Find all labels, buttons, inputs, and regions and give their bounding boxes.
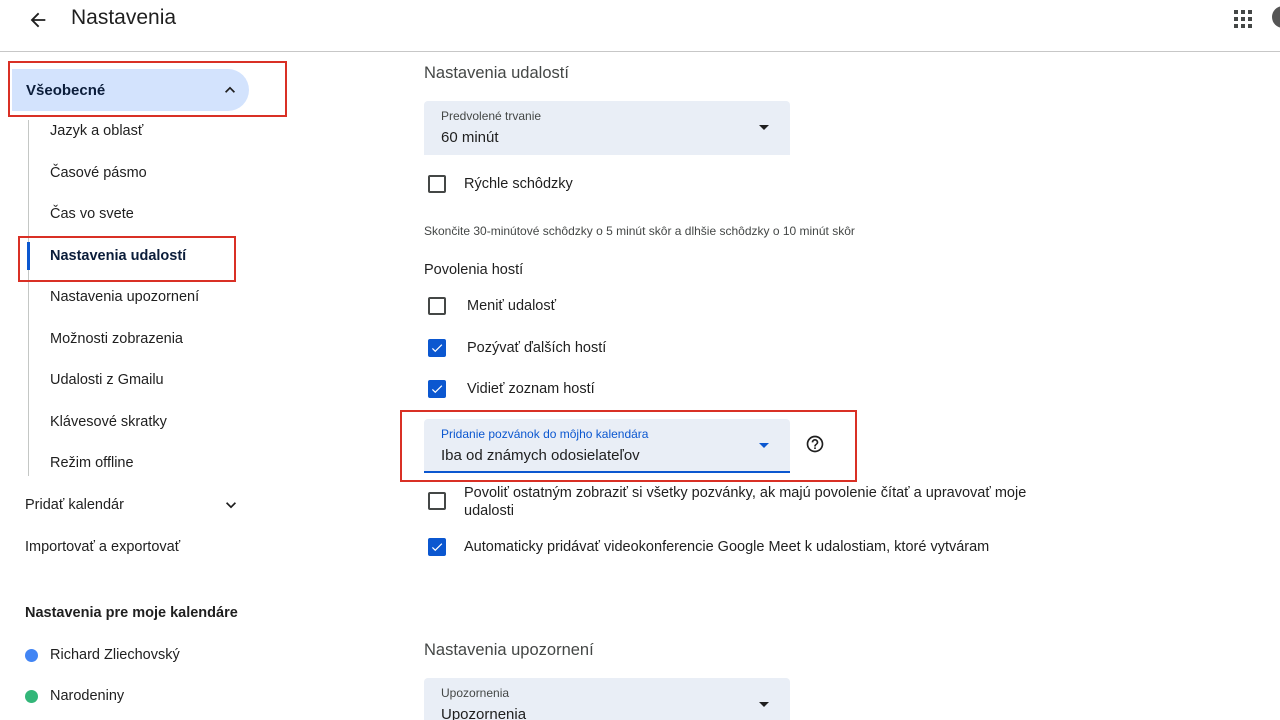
- my-calendars-heading: Nastavenia pre moje kalendáre: [25, 605, 238, 621]
- sidebar-item-view-options[interactable]: Možnosti zobrazenia: [50, 331, 183, 347]
- sidebar-item-keyboard-shortcuts[interactable]: Klávesové skratky: [50, 414, 167, 430]
- guest-permission-row[interactable]: Vidieť zoznam hostí: [428, 380, 595, 398]
- select-value: 60 minút: [441, 129, 499, 146]
- sidebar-item-import-export[interactable]: Importovať a exportovať: [25, 539, 180, 555]
- check-icon: [431, 344, 443, 353]
- checkbox-label: Pozývať ďalších hostí: [467, 340, 607, 356]
- avatar[interactable]: [1272, 6, 1280, 28]
- arrow-back-icon: [30, 12, 46, 28]
- event-settings-title: Nastavenia udalostí: [424, 64, 569, 82]
- dropdown-arrow-icon: [759, 125, 769, 130]
- highlight-box-event-settings: [18, 236, 236, 282]
- select-label: Upozornenia: [441, 686, 510, 700]
- checkbox-label: Rýchle schôdzky: [464, 176, 573, 192]
- highlight-box-invitations: [400, 410, 857, 482]
- checkbox-label: Meniť udalosť: [467, 298, 557, 314]
- select-label: Predvolené trvanie: [441, 109, 542, 123]
- apps-button[interactable]: [1230, 6, 1256, 32]
- calendar-name: Narodeniny: [50, 688, 125, 704]
- back-button[interactable]: [22, 4, 54, 36]
- calendar-color-dot: [25, 689, 38, 703]
- calendar-name: Richard Zliechovský: [50, 647, 180, 663]
- notification-settings-title: Nastavenia upozornení: [424, 641, 594, 659]
- checkbox[interactable]: [428, 538, 446, 556]
- sidebar-item-calendar[interactable]: Narodeniny: [25, 688, 124, 704]
- speedy-meetings-hint: Skončite 30-minútové schôdzky o 5 minút …: [424, 224, 855, 238]
- check-icon: [431, 543, 443, 552]
- sidebar: Všeobecné Jazyk a oblasť Časové pásmo Ča…: [0, 52, 300, 720]
- sidebar-item-label: Pridať kalendár: [25, 497, 124, 513]
- page-title: Nastavenia: [71, 6, 177, 29]
- guest-permission-row[interactable]: Meniť udalosť: [428, 297, 556, 315]
- sidebar-item-offline[interactable]: Režim offline: [50, 455, 134, 471]
- calendar-color-dot: [25, 648, 38, 662]
- checkbox[interactable]: [428, 492, 446, 510]
- settings-content: Nastavenia udalostí Predvolené trvanie 6…: [300, 52, 1280, 720]
- top-bar: Nastavenia: [0, 0, 1280, 52]
- sidebar-item-language[interactable]: Jazyk a oblasť: [50, 123, 143, 139]
- sidebar-item-world-clock[interactable]: Čas vo svete: [50, 206, 134, 222]
- auto-meet-checkbox-row[interactable]: Automaticky pridávať videokonferencie Go…: [428, 538, 989, 556]
- dropdown-arrow-icon: [759, 702, 769, 707]
- select-value: Upozornenia: [441, 706, 527, 720]
- guest-permission-row[interactable]: Pozývať ďalších hostí: [428, 339, 606, 357]
- checkbox[interactable]: [428, 339, 446, 357]
- submenu-rail: [28, 120, 29, 476]
- checkbox-label: Povoliť ostatným zobraziť si všetky pozv…: [464, 485, 1027, 519]
- apps-grid-icon: [1234, 10, 1252, 28]
- sidebar-item-calendar[interactable]: Richard Zliechovský: [25, 647, 180, 663]
- chevron-down-icon[interactable]: [221, 495, 241, 515]
- checkbox[interactable]: [428, 380, 446, 398]
- checkbox-label: Automaticky pridávať videokonferencie Go…: [464, 539, 990, 555]
- allow-others-checkbox-row[interactable]: Povoliť ostatným zobraziť si všetky pozv…: [428, 484, 1048, 520]
- checkbox[interactable]: [428, 297, 446, 315]
- guest-permissions-title: Povolenia hostí: [424, 262, 524, 278]
- sidebar-item-gmail-events[interactable]: Udalosti z Gmailu: [50, 372, 164, 388]
- checkbox-label: Vidieť zoznam hostí: [467, 381, 595, 397]
- checkbox[interactable]: [428, 175, 446, 193]
- sidebar-item-timezone[interactable]: Časové pásmo: [50, 165, 147, 181]
- highlight-box-general: [8, 61, 287, 117]
- default-duration-select[interactable]: Predvolené trvanie 60 minút: [424, 101, 790, 155]
- notifications-select[interactable]: Upozornenia Upozornenia: [424, 678, 790, 720]
- sidebar-item-notification-settings[interactable]: Nastavenia upozornení: [50, 289, 199, 305]
- sidebar-item-add-calendar[interactable]: Pridať kalendár: [25, 497, 245, 513]
- speedy-meetings-checkbox-row[interactable]: Rýchle schôdzky: [428, 175, 573, 193]
- check-icon: [431, 385, 443, 394]
